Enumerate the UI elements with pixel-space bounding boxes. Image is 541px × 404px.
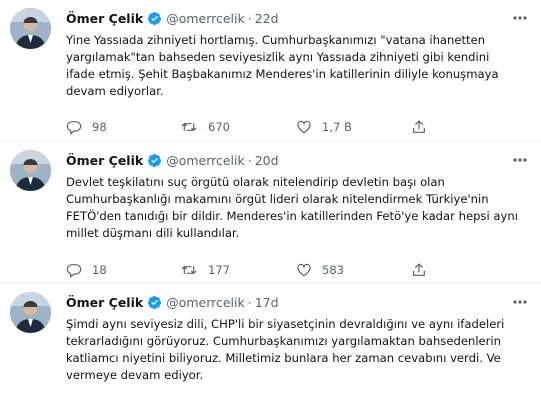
author-handle[interactable]: @omerrcelik bbox=[166, 11, 245, 26]
like-count: 1,7 B bbox=[322, 120, 352, 134]
tweet-text: Yine Yassıada zihniyeti hortlamış. Cumhu… bbox=[66, 33, 499, 98]
tweet-actions: 98 670 1,7 B bbox=[66, 117, 466, 137]
share-button[interactable] bbox=[411, 117, 427, 137]
reply-icon bbox=[66, 121, 82, 135]
retweet-button[interactable]: 177 bbox=[180, 260, 230, 280]
timestamp[interactable]: 17d bbox=[255, 295, 279, 310]
avatar[interactable] bbox=[10, 292, 51, 333]
avatar[interactable] bbox=[10, 8, 51, 49]
like-button[interactable]: 1,7 B bbox=[296, 117, 352, 137]
reply-button[interactable]: 18 bbox=[66, 260, 107, 280]
verified-badge-icon bbox=[147, 295, 162, 310]
like-count: 583 bbox=[322, 263, 344, 277]
tweet-actions: 18 177 583 bbox=[66, 260, 466, 280]
more-icon[interactable] bbox=[511, 152, 529, 166]
author-handle[interactable]: @omerrcelik bbox=[166, 295, 245, 310]
retweet-count: 177 bbox=[208, 263, 230, 277]
tweet-text: Devlet teşkilatını suç örgütü olarak nit… bbox=[66, 175, 518, 240]
heart-icon bbox=[297, 263, 311, 277]
separator-dot: · bbox=[247, 10, 252, 26]
verified-badge-icon bbox=[147, 11, 162, 26]
tweet[interactable]: Ömer Çelik @omerrcelik · 17d Şimdi aynı … bbox=[0, 284, 541, 404]
more-icon[interactable] bbox=[511, 10, 529, 24]
retweet-icon bbox=[181, 266, 197, 274]
timestamp[interactable]: 22d bbox=[255, 11, 279, 26]
tweet[interactable]: Ömer Çelik @omerrcelik · 22d Yine Yassıa… bbox=[0, 0, 541, 142]
share-button[interactable] bbox=[411, 260, 427, 280]
timestamp[interactable]: 20d bbox=[255, 153, 279, 168]
reply-count: 18 bbox=[92, 263, 107, 277]
share-icon bbox=[413, 120, 425, 133]
like-button[interactable]: 583 bbox=[296, 260, 344, 280]
tweet-text: Şimdi aynı seviyesiz dili, CHP'li bir si… bbox=[66, 317, 505, 382]
retweet-icon bbox=[181, 123, 197, 131]
retweet-count: 670 bbox=[208, 120, 230, 134]
verified-badge-icon bbox=[147, 153, 162, 168]
more-icon[interactable] bbox=[511, 294, 529, 308]
reply-icon bbox=[66, 264, 82, 278]
author-name[interactable]: Ömer Çelik bbox=[66, 153, 143, 168]
tweet[interactable]: Ömer Çelik @omerrcelik · 20d Devlet teşk… bbox=[0, 142, 541, 284]
reply-button[interactable]: 98 bbox=[66, 117, 107, 137]
share-icon bbox=[413, 263, 425, 276]
author-handle[interactable]: @omerrcelik bbox=[166, 153, 245, 168]
heart-icon bbox=[297, 120, 311, 134]
reply-count: 98 bbox=[92, 120, 107, 134]
author-name[interactable]: Ömer Çelik bbox=[66, 295, 143, 310]
separator-dot: · bbox=[247, 294, 252, 310]
retweet-button[interactable]: 670 bbox=[180, 117, 230, 137]
avatar[interactable] bbox=[10, 150, 51, 191]
author-name[interactable]: Ömer Çelik bbox=[66, 11, 143, 26]
separator-dot: · bbox=[247, 152, 252, 168]
